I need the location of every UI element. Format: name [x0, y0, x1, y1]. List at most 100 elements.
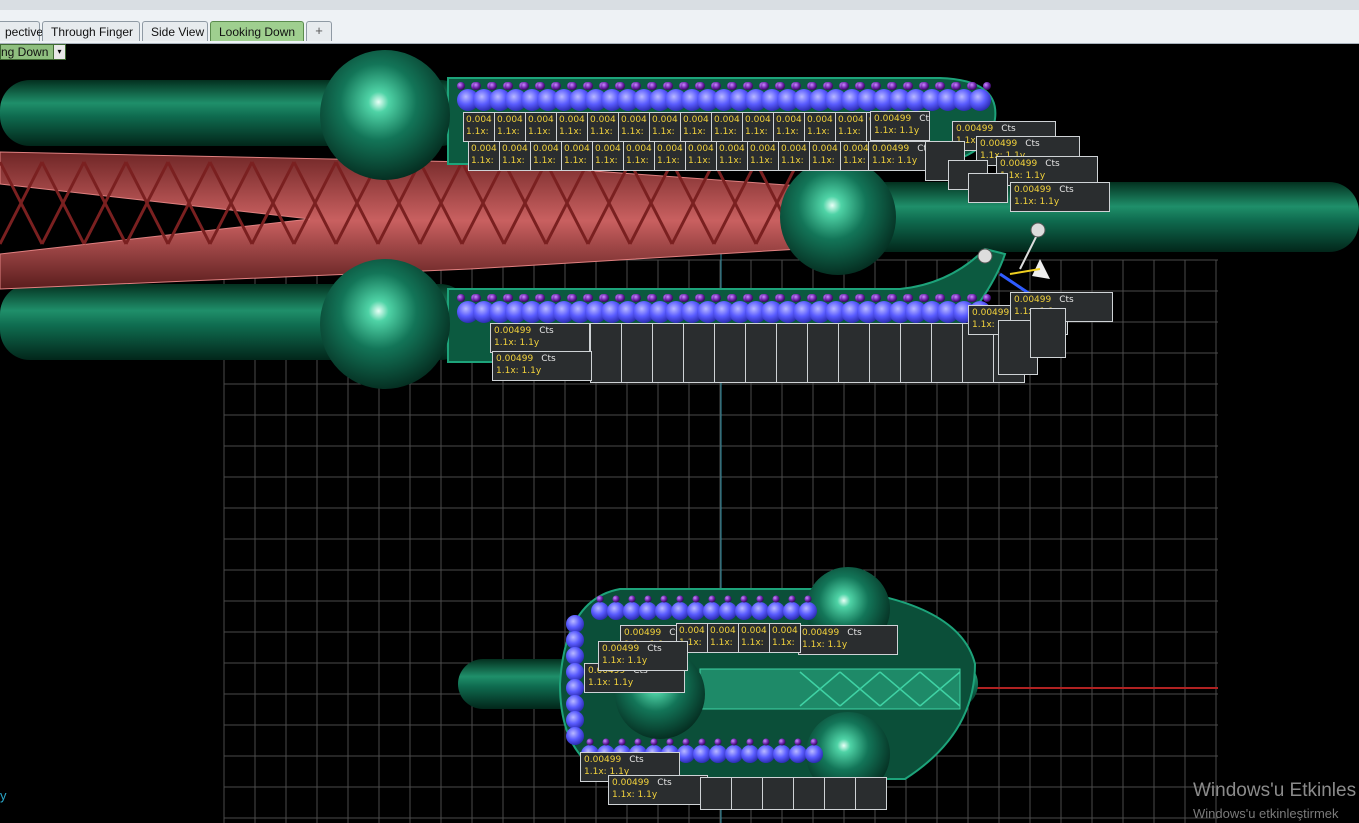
stone-weight-label-stacked[interactable] — [931, 323, 963, 383]
stone-weight-label-stacked[interactable] — [590, 323, 622, 383]
stone-weight-label-stacked[interactable] — [793, 777, 825, 810]
tab-through-finger[interactable]: Through Finger — [42, 21, 140, 41]
stone-weight-label-truncated[interactable]: 0.004 1.1x: — [680, 112, 712, 142]
stone-scale-value: 1.1x: — [657, 156, 680, 166]
stone-weight-label-stacked[interactable] — [683, 323, 715, 383]
stone-scale-value: 1.1x: — [471, 156, 494, 166]
stone-weight-label-truncated[interactable]: 0.004 1.1x: — [530, 141, 562, 171]
stone-weight-label-truncated[interactable]: 0.004 1.1x: — [769, 623, 801, 653]
stone-weight-unit: Cts — [657, 778, 672, 788]
stone — [566, 647, 584, 665]
stone-weight-label[interactable]: 0.00499Cts1.1x: 1.1y — [870, 111, 930, 141]
stone-weight-label-stacked[interactable] — [776, 323, 808, 383]
stone-weight-label-truncated[interactable]: 0.004 1.1x: — [835, 112, 867, 142]
stone-weight-label[interactable]: 0.00499Cts1.1x: 1.1y — [492, 351, 592, 381]
prong — [697, 294, 705, 302]
stone-weight-value: 0.00499 — [1014, 185, 1052, 195]
stone-weight-label-truncated[interactable]: 0.004 1.1x: — [711, 112, 743, 142]
stone-scale-value: 1.1x: — [776, 127, 799, 137]
tab-side-view[interactable]: Side View — [142, 21, 208, 41]
stone-weight-label-truncated[interactable]: 0.004 1.1x: — [716, 141, 748, 171]
add-viewport-tab-button[interactable]: + — [306, 21, 332, 41]
stone-weight-label-truncated[interactable]: 0.004 1.1x: — [809, 141, 841, 171]
prong — [825, 82, 833, 90]
stone-scale-value: 1.1x: 1.1y — [612, 790, 658, 800]
view-name-dropdown[interactable]: ng Down ▾ — [0, 44, 66, 60]
stone-weight-value: 0.004 — [621, 115, 647, 125]
stone-scale-value: 1.1x: 1.1y — [802, 640, 848, 650]
stone-scale-value: 1.1x: 1.1y — [496, 366, 542, 376]
stone-weight-label-stacked[interactable] — [762, 777, 794, 810]
stone-weight-label-truncated[interactable]: 0.004 1.1x: — [468, 141, 500, 171]
prong — [740, 595, 748, 603]
prong — [794, 738, 802, 746]
stone-weight-label-truncated[interactable]: 0.004 1.1x: — [463, 112, 495, 142]
stone-weight-value: 0.004 — [719, 144, 745, 154]
stone-weight-label-truncated[interactable]: 0.004 1.1x: — [685, 141, 717, 171]
stone-weight-label-truncated[interactable]: 0.004 1.1x: — [747, 141, 779, 171]
stone-weight-label-truncated[interactable]: 0.004 1.1x: — [742, 112, 774, 142]
stone-weight-label-stacked[interactable] — [855, 777, 887, 810]
stone-weight-label-truncated[interactable]: 0.004 1.1x: — [654, 141, 686, 171]
stone-weight-label-stacked[interactable] — [838, 323, 870, 383]
stone-weight-label-stacked[interactable] — [731, 777, 763, 810]
stone-weight-label[interactable]: 0.00499Cts1.1x: 1.1y — [798, 625, 898, 655]
stone — [767, 602, 785, 620]
stone-weight-label-truncated[interactable]: 0.004 1.1x: — [499, 141, 531, 171]
stone-weight-label-stacked[interactable] — [900, 323, 932, 383]
stone-weight-label[interactable]: 0.00499Cts1.1x: 1.1y — [598, 641, 688, 671]
prong — [953, 294, 961, 302]
stone-weight-label-truncated[interactable]: 0.004 1.1x: — [561, 141, 593, 171]
chevron-down-icon[interactable]: ▾ — [53, 45, 65, 59]
stone — [566, 727, 584, 745]
stone-weight-label[interactable]: 0.00499Cts1.1x: 1.1y — [1010, 182, 1110, 212]
activation-watermark-subtitle: Windows'u etkinleştirmek — [1193, 806, 1339, 821]
stone-scale-value: 1.1x: — [741, 638, 764, 648]
stone-weight-label[interactable]: 0.00499Cts1.1x: 1.1y — [868, 141, 928, 171]
stone-weight-value: 0.00499 — [972, 308, 1010, 318]
stone-weight-label-truncated[interactable]: 0.004 1.1x: — [623, 141, 655, 171]
stone-weight-label-stacked[interactable] — [714, 323, 746, 383]
stone-weight-label-stacked[interactable] — [652, 323, 684, 383]
stone-weight-label-stacked[interactable] — [700, 777, 732, 810]
stone-weight-label-truncated[interactable]: 0.004 1.1x: — [804, 112, 836, 142]
tab-perspective[interactable]: pective — [0, 21, 43, 41]
stone-weight-label-truncated[interactable]: 0.004 1.1x: — [649, 112, 681, 142]
prong — [761, 82, 769, 90]
stone-weight-label-truncated[interactable]: 0.004 1.1x: — [773, 112, 805, 142]
stone-weight-label-stacked[interactable] — [807, 323, 839, 383]
stone-weight-label-truncated[interactable]: 0.004 1.1x: — [592, 141, 624, 171]
stone — [591, 602, 609, 620]
stone-scale-value: 1.1x: — [683, 127, 706, 137]
stone-weight-label-stacked[interactable] — [745, 323, 777, 383]
stone-weight-label[interactable]: 0.00499Cts1.1x: 1.1y — [490, 323, 590, 353]
stone-weight-value: 0.00499 — [496, 354, 534, 364]
prong — [537, 82, 545, 90]
stone-weight-label-truncated[interactable]: 0.004 1.1x: — [587, 112, 619, 142]
stone-weight-label-stacked[interactable] — [968, 173, 1008, 203]
stone-scale-value: 1.1x: 1.1y — [1014, 197, 1060, 207]
stone-weight-label-truncated[interactable]: 0.004 1.1x: — [494, 112, 526, 142]
stone-weight-label-truncated[interactable]: 0.004 1.1x: — [618, 112, 650, 142]
ball-top-left — [320, 50, 450, 180]
stone-weight-value: 0.004 — [466, 115, 492, 125]
stone-weight-label-truncated[interactable]: 0.004 1.1x: — [525, 112, 557, 142]
stone-weight-label[interactable]: 0.00499Cts1.1x: 1.1y — [608, 775, 708, 805]
stone-weight-label-truncated[interactable]: 0.004 1.1x: — [556, 112, 588, 142]
stone-weight-label-truncated[interactable]: 0.004 1.1x: — [707, 623, 739, 653]
tab-looking-down[interactable]: Looking Down — [210, 21, 304, 41]
stone-weight-label-stacked[interactable] — [621, 323, 653, 383]
stone — [655, 602, 673, 620]
stone-weight-label-stacked[interactable] — [824, 777, 856, 810]
stone-weight-label-stacked[interactable] — [1030, 308, 1066, 358]
prong — [857, 294, 865, 302]
stone-weight-label-stacked[interactable] — [869, 323, 901, 383]
prong — [602, 738, 610, 746]
prong — [745, 82, 753, 90]
stone-weight-label-truncated[interactable]: 0.004 1.1x: — [778, 141, 810, 171]
prong — [825, 294, 833, 302]
stone-weight-label-truncated[interactable]: 0.004 1.1x: — [738, 623, 770, 653]
stone-weight-unit: Cts — [647, 644, 662, 654]
stone-weight-value: 0.00499 — [874, 114, 912, 124]
view-name-label: ng Down — [1, 45, 49, 59]
